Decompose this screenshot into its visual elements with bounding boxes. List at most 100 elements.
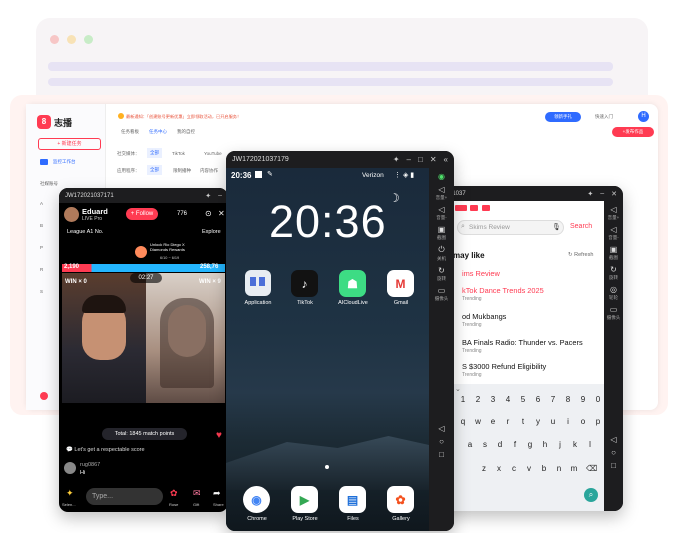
promo-text[interactable]: Unlock Rio Diego X Diamonds Rewards: [150, 242, 200, 252]
sidebar-item-r[interactable]: R: [40, 267, 43, 272]
key-k[interactable]: k: [569, 440, 581, 449]
rail-back[interactable]: ◁: [610, 435, 616, 444]
suggestion-2[interactable]: kTok Dance Trends 2025: [462, 286, 544, 295]
suggestion-5[interactable]: S $3000 Refund Eligibility: [462, 362, 546, 371]
rail-screenshot[interactable]: ▣ 截图: [609, 245, 618, 261]
tiktok-icon[interactable]: ♪: [291, 270, 318, 297]
refresh-button[interactable]: ↻ Refresh: [568, 252, 593, 258]
key-c[interactable]: c: [508, 464, 520, 473]
key-v[interactable]: v: [523, 464, 535, 473]
newbie-gift-button[interactable]: 领新手礼: [545, 112, 581, 122]
pin-icon[interactable]: ✦: [587, 190, 593, 198]
quick-start-link[interactable]: 快速入门: [595, 114, 613, 120]
filter-type-seed[interactable]: 限制播种: [173, 168, 191, 174]
key-d[interactable]: d: [494, 440, 506, 449]
android-icon[interactable]: ☗: [339, 270, 366, 297]
tab-task-center[interactable]: 任务中心: [149, 129, 167, 135]
sidebar-item-p[interactable]: P: [40, 245, 43, 250]
application-icon[interactable]: [245, 270, 271, 296]
key-6[interactable]: 6: [532, 395, 544, 404]
key-y[interactable]: y: [532, 417, 544, 426]
publish-button[interactable]: +发布作品: [612, 127, 654, 137]
rail-volume-down[interactable]: ◁ 音量-: [608, 225, 619, 241]
minimize-icon[interactable]: –: [600, 190, 604, 198]
sidebar-item-b[interactable]: B: [40, 223, 43, 228]
pin-icon[interactable]: ✦: [205, 192, 211, 200]
avatar[interactable]: H: [638, 111, 649, 122]
key-i[interactable]: i: [562, 417, 574, 426]
rail-wheel[interactable]: ◎ 轮轮: [609, 285, 618, 301]
host-avatar[interactable]: [64, 207, 79, 222]
key-q[interactable]: q: [457, 417, 469, 426]
key-t[interactable]: t: [517, 417, 529, 426]
like-heart-icon[interactable]: ♥: [216, 430, 222, 441]
gallery-icon[interactable]: ✿: [387, 486, 414, 513]
rose-icon[interactable]: ✿: [170, 488, 178, 499]
sidebar-item-a[interactable]: A: [40, 201, 43, 206]
new-task-button[interactable]: + 新建任务: [38, 138, 101, 150]
explore-link[interactable]: Explore: [202, 229, 221, 235]
rail-power[interactable]: ⏻ 关机: [437, 245, 446, 262]
help-icon[interactable]: [40, 392, 48, 400]
key-x[interactable]: x: [493, 464, 505, 473]
rail-camera[interactable]: ▭ 摄像头: [607, 305, 621, 321]
suggestion-1[interactable]: ims Review: [462, 269, 500, 278]
backspace-icon[interactable]: ⌫: [586, 464, 597, 473]
share-icon[interactable]: ➦: [213, 488, 221, 499]
more-icon[interactable]: ⊙: [205, 209, 212, 218]
suggestion-3[interactable]: od Mukbangs: [462, 312, 506, 321]
minimize-icon[interactable]: –: [407, 155, 411, 164]
chrome-icon[interactable]: ◉: [243, 486, 270, 513]
play-store-icon[interactable]: ▶: [291, 486, 318, 513]
sparkle-icon[interactable]: ✦: [66, 488, 74, 499]
key-e[interactable]: e: [487, 417, 499, 426]
files-icon[interactable]: ▤: [339, 486, 366, 513]
gmail-icon[interactable]: M: [387, 270, 414, 297]
key-j[interactable]: j: [554, 440, 566, 449]
rail-camera[interactable]: ▭ 摄像头: [435, 286, 449, 302]
filter-type-collab[interactable]: 内容协作: [200, 168, 218, 174]
sidebar-item-s[interactable]: S: [40, 289, 43, 294]
tab-task-board[interactable]: 任务看板: [121, 129, 139, 135]
key-s[interactable]: s: [479, 440, 491, 449]
key-n[interactable]: n: [553, 464, 565, 473]
sidebar-item-monitor[interactable]: 监控工作台: [53, 159, 76, 165]
right-search-button[interactable]: Search: [570, 223, 592, 230]
rail-recent[interactable]: □: [439, 450, 444, 459]
sidebar-item-accounts[interactable]: 社媒账号: [40, 181, 58, 187]
rail-volume-up[interactable]: ◁ 音量+: [436, 185, 448, 201]
rail-home[interactable]: ○: [439, 437, 444, 446]
key-9[interactable]: 9: [577, 395, 589, 404]
key-l[interactable]: l: [584, 440, 596, 449]
rail-recent[interactable]: □: [611, 461, 616, 470]
key-a[interactable]: a: [464, 440, 476, 449]
follow-button[interactable]: + Follow: [126, 208, 158, 220]
type-input[interactable]: Type...: [86, 488, 163, 505]
key-f[interactable]: f: [509, 440, 521, 449]
rail-screenshot[interactable]: ▣ 截图: [437, 225, 446, 241]
filter-platform-youtube[interactable]: YouTube: [204, 151, 222, 156]
key-z[interactable]: z: [478, 464, 490, 473]
collapse-icon[interactable]: «: [444, 155, 448, 164]
rail-back[interactable]: ◁: [438, 424, 444, 433]
tab-my-control[interactable]: 我的自控: [177, 129, 195, 135]
gift-icon[interactable]: ✉: [193, 488, 201, 499]
maximize-icon[interactable]: □: [418, 155, 423, 164]
key-8[interactable]: 8: [562, 395, 574, 404]
filter-type-all[interactable]: 全部: [147, 165, 162, 175]
suggestion-4[interactable]: BA Finals Radio: Thunder vs. Pacers: [462, 338, 583, 347]
close-icon[interactable]: ✕: [611, 190, 617, 198]
keyboard-search-icon[interactable]: ⌕: [584, 488, 598, 502]
keyboard-collapse-icon[interactable]: ⌄: [455, 385, 461, 393]
key-g[interactable]: g: [524, 440, 536, 449]
key-5[interactable]: 5: [517, 395, 529, 404]
close-icon[interactable]: ✕: [430, 155, 437, 164]
filter-platform-all[interactable]: 全部: [147, 148, 162, 158]
key-o[interactable]: o: [577, 417, 589, 426]
rail-volume-up[interactable]: ◁ 音量+: [608, 205, 620, 221]
close-live-icon[interactable]: ✕: [218, 209, 225, 218]
key-7[interactable]: 7: [547, 395, 559, 404]
rail-volume-down[interactable]: ◁ 音量-: [436, 205, 447, 221]
key-u[interactable]: u: [547, 417, 559, 426]
key-b[interactable]: b: [538, 464, 550, 473]
